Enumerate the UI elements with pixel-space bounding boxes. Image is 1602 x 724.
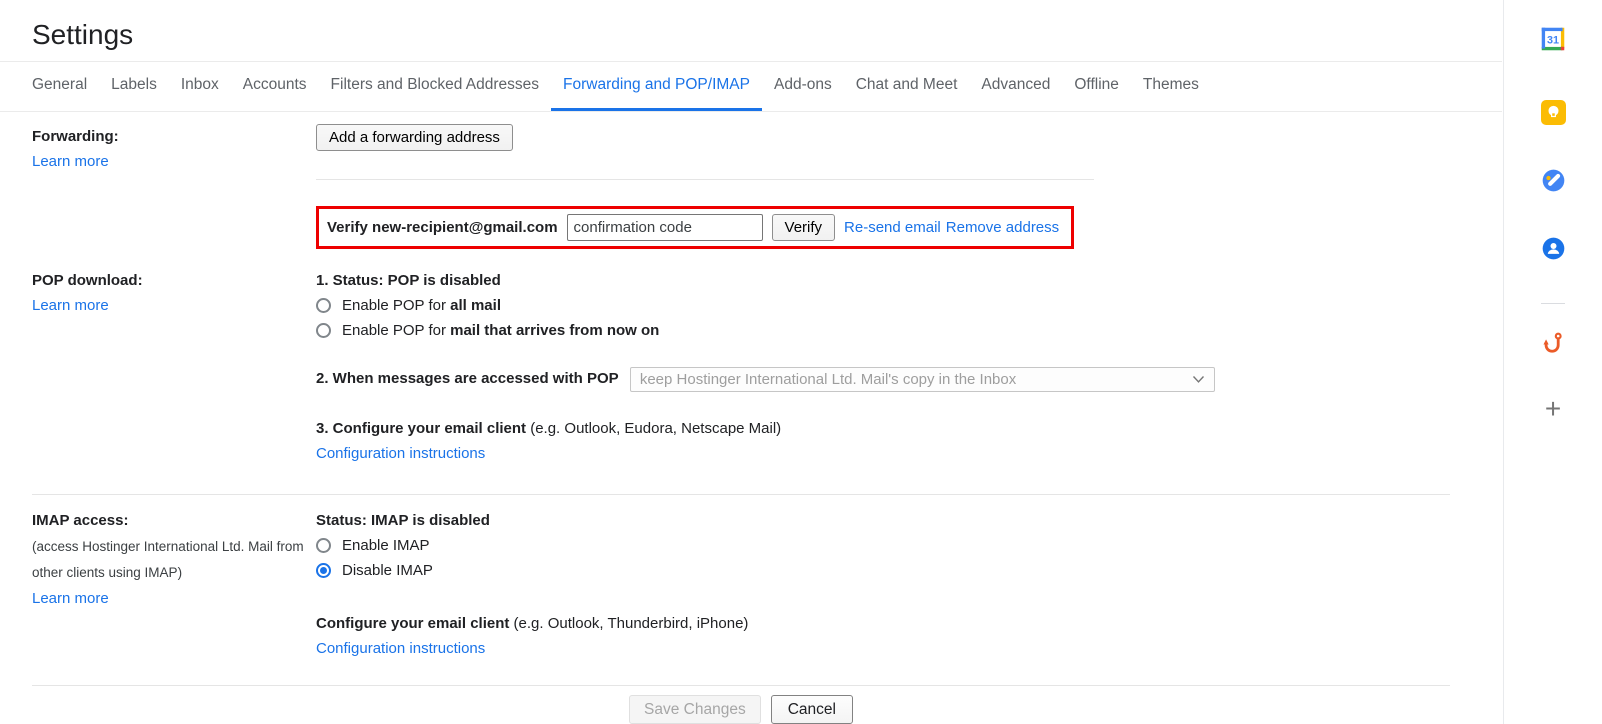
enable-pop-from-now-label: Enable POP for mail that arrives from no… xyxy=(342,318,659,343)
page-header: Settings xyxy=(0,0,1502,62)
disable-imap-option: Disable IMAP xyxy=(316,558,1450,583)
pop-action-selected-value: keep Hostinger International Ltd. Mail's… xyxy=(640,367,1016,392)
tab-advanced[interactable]: Advanced xyxy=(969,62,1062,111)
pop-body: 1. Status: POP is disabled Enable POP fo… xyxy=(316,268,1450,466)
pop-configure-row: 3. Configure your email client (e.g. Out… xyxy=(316,416,1450,441)
settings-tabbar: General Labels Inbox Accounts Filters an… xyxy=(0,62,1502,112)
google-calendar-icon[interactable]: 31 xyxy=(1540,26,1566,52)
pop-configure-examples: (e.g. Outlook, Eudora, Netscape Mail) xyxy=(526,420,781,437)
imap-access-label: IMAP access: xyxy=(32,508,316,533)
forwarding-section: Forwarding: Learn more Add a forwarding … xyxy=(32,124,1450,249)
cancel-button[interactable]: Cancel xyxy=(771,695,853,724)
settings-footer: Save Changes Cancel xyxy=(32,686,1450,724)
tab-general[interactable]: General xyxy=(20,62,99,111)
add-forwarding-address-button[interactable]: Add a forwarding address xyxy=(316,124,513,151)
tab-chat-and-meet[interactable]: Chat and Meet xyxy=(844,62,970,111)
remove-address-link[interactable]: Remove address xyxy=(946,219,1059,236)
tab-forwarding-pop-imap[interactable]: Forwarding and POP/IMAP xyxy=(551,62,762,111)
imap-configuration-instructions-link[interactable]: Configuration instructions xyxy=(316,640,485,657)
pop-when-row: 2. When messages are accessed with POP k… xyxy=(316,366,1450,392)
enable-imap-label: Enable IMAP xyxy=(342,533,430,558)
google-side-panel: 31 + xyxy=(1503,0,1602,724)
google-tasks-icon[interactable] xyxy=(1540,167,1566,193)
section-divider-1 xyxy=(32,494,1450,495)
get-addons-plus-icon[interactable]: + xyxy=(1540,396,1566,422)
tab-offline[interactable]: Offline xyxy=(1062,62,1131,111)
pop-configuration-instructions-link[interactable]: Configuration instructions xyxy=(316,445,485,462)
pop-configure-heading: 3. Configure your email client xyxy=(316,420,526,437)
hook-addon-icon[interactable] xyxy=(1540,330,1566,356)
enable-pop-all-mail-option: Enable POP for all mail xyxy=(316,293,1450,318)
settings-content: Forwarding: Learn more Add a forwarding … xyxy=(0,112,1502,724)
pop-download-label: POP download: xyxy=(32,268,316,293)
pop-download-section: POP download: Learn more 1. Status: POP … xyxy=(32,268,1450,466)
settings-page: Settings General Labels Inbox Accounts F… xyxy=(0,0,1502,724)
pop-status-heading: 1. Status: POP is disabled xyxy=(316,268,1450,293)
enable-pop-all-mail-label: Enable POP for all mail xyxy=(342,293,501,318)
verify-address-row: Verify new-recipient@gmail.com Verify Re… xyxy=(316,206,1074,249)
imap-access-sublabel: (access Hostinger International Ltd. Mai… xyxy=(32,534,316,586)
verify-links: Re-send email Remove address xyxy=(844,219,1059,236)
enable-imap-option: Enable IMAP xyxy=(316,533,1450,558)
svg-text:31: 31 xyxy=(1547,34,1559,46)
disable-imap-label: Disable IMAP xyxy=(342,558,433,583)
forwarding-label-col: Forwarding: Learn more xyxy=(32,124,316,249)
tab-themes[interactable]: Themes xyxy=(1131,62,1211,111)
google-keep-icon[interactable] xyxy=(1540,99,1566,125)
imap-body: Status: IMAP is disabled Enable IMAP Dis… xyxy=(316,508,1450,661)
enable-pop-from-now-option: Enable POP for mail that arrives from no… xyxy=(316,318,1450,343)
confirmation-code-input[interactable] xyxy=(567,214,763,241)
page-title: Settings xyxy=(32,16,1502,54)
resend-email-link[interactable]: Re-send email xyxy=(844,219,941,236)
pop-label-col: POP download: Learn more xyxy=(32,268,316,466)
forwarding-body: Add a forwarding address Verify new-reci… xyxy=(316,124,1450,249)
tab-labels[interactable]: Labels xyxy=(99,62,169,111)
forwarding-learn-more-link[interactable]: Learn more xyxy=(32,153,109,170)
tab-inbox[interactable]: Inbox xyxy=(169,62,231,111)
save-changes-button[interactable]: Save Changes xyxy=(629,695,761,724)
chevron-down-icon xyxy=(1192,375,1205,384)
verify-address-label: Verify new-recipient@gmail.com xyxy=(327,219,558,236)
imap-label-col: IMAP access: (access Hostinger Internati… xyxy=(32,508,316,661)
verify-button[interactable]: Verify xyxy=(772,214,836,241)
pop-when-label: 2. When messages are accessed with POP xyxy=(316,370,619,387)
imap-access-section: IMAP access: (access Hostinger Internati… xyxy=(32,508,1450,661)
imap-configure-examples: (e.g. Outlook, Thunderbird, iPhone) xyxy=(509,615,748,632)
pop-action-select[interactable]: keep Hostinger International Ltd. Mail's… xyxy=(630,367,1215,392)
forwarding-label: Forwarding: xyxy=(32,124,316,149)
pop-learn-more-link[interactable]: Learn more xyxy=(32,297,109,314)
enable-imap-radio[interactable] xyxy=(316,538,331,553)
tab-accounts[interactable]: Accounts xyxy=(231,62,319,111)
imap-status-heading: Status: IMAP is disabled xyxy=(316,508,1450,533)
imap-configure-row: Configure your email client (e.g. Outloo… xyxy=(316,611,1450,636)
disable-imap-radio[interactable] xyxy=(316,563,331,578)
imap-learn-more-link[interactable]: Learn more xyxy=(32,590,109,607)
forwarding-divider xyxy=(316,179,1094,180)
google-contacts-icon[interactable] xyxy=(1540,235,1566,261)
tab-add-ons[interactable]: Add-ons xyxy=(762,62,844,111)
enable-pop-from-now-radio[interactable] xyxy=(316,323,331,338)
imap-configure-heading: Configure your email client xyxy=(316,615,509,632)
side-panel-divider xyxy=(1541,303,1565,304)
tab-filters-blocked-addresses[interactable]: Filters and Blocked Addresses xyxy=(319,62,552,111)
enable-pop-all-mail-radio[interactable] xyxy=(316,298,331,313)
